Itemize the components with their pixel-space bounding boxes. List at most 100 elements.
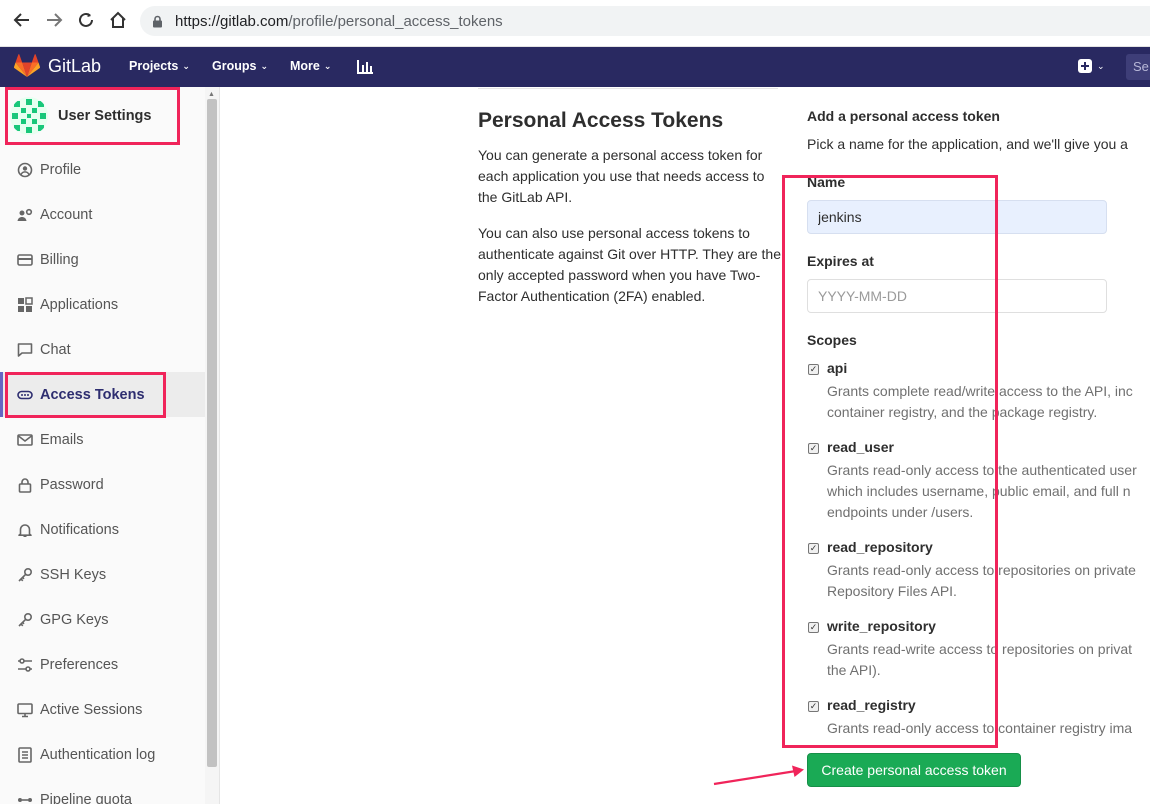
scope-description-line: Grants read-write access to repositories… (827, 641, 1133, 657)
scope-checkbox[interactable]: ✓ (808, 543, 819, 554)
sidebar-item-authentication-log[interactable]: Authentication log (0, 732, 205, 777)
sidebar-item-label: Applications (40, 296, 119, 313)
annotation-arrow-icon (713, 765, 804, 786)
sidebar-item-pipeline-quota[interactable]: Pipeline quota (0, 777, 205, 804)
name-field[interactable] (807, 200, 1107, 234)
scopes-label: Scopes (807, 332, 857, 348)
scope-description-line: Grants complete read/write access to the… (827, 383, 1133, 399)
sidebar-item-label: Emails (40, 431, 84, 448)
sidebar-item-label: SSH Keys (40, 566, 107, 583)
pipeline-icon (16, 791, 34, 804)
scope-checkbox[interactable]: ✓ (808, 443, 819, 454)
sidebar-item-gpg-keys[interactable]: GPG Keys (0, 597, 205, 642)
chevron-down-icon: ⌄ (260, 60, 268, 71)
sidebar-item-emails[interactable]: Emails (0, 417, 205, 462)
create-token-button[interactable]: Create personal access token (807, 753, 1021, 787)
search-input[interactable]: Se (1126, 54, 1150, 80)
scope-description-line: which includes username, public email, a… (827, 483, 1131, 499)
token-icon (16, 386, 34, 404)
sidebar-item-active-sessions[interactable]: Active Sessions (0, 687, 205, 732)
url-path: /profile/personal_access_tokens (288, 12, 503, 30)
scope-name: write_repository (827, 618, 936, 634)
gitlab-home-link[interactable]: GitLab (14, 54, 101, 78)
sidebar-title: User Settings (58, 108, 152, 124)
sidebar-item-label: Billing (40, 251, 79, 268)
more-menu[interactable]: More ⌄ (290, 59, 331, 73)
scope-description-line: endpoints under /users. (827, 504, 974, 520)
scope-checkbox[interactable]: ✓ (808, 364, 819, 375)
scope-description-line: the API). (827, 662, 881, 678)
scope-description: Grants complete read/write access to the… (827, 381, 1133, 423)
key-icon (16, 566, 34, 584)
sidebar-item-applications[interactable]: Applications (0, 282, 205, 327)
sidebar-item-billing[interactable]: Billing (0, 237, 205, 282)
scope-description-line: container registry, and the package regi… (827, 404, 1098, 420)
scope-description-line: Grants read-only access to container reg… (827, 720, 1133, 736)
sidebar-item-label: Notifications (40, 521, 119, 538)
description-paragraph: You can also use personal access tokens … (478, 225, 781, 304)
scope-description-line: Grants read-only access to the authentic… (827, 462, 1137, 478)
chevron-down-icon: ⌄ (323, 60, 332, 71)
scope-description: Grants read-only access to container reg… (827, 718, 1132, 739)
sidebar-item-label: Password (40, 476, 104, 493)
back-button[interactable] (10, 8, 34, 32)
chevron-down-icon: ⌄ (182, 60, 190, 71)
scope-name: read_repository (827, 539, 933, 555)
address-bar[interactable]: https://gitlab.com/profile/personal_acce… (140, 6, 1150, 36)
sidebar-item-chat[interactable]: Chat (0, 327, 205, 372)
projects-menu-label: Projects (129, 59, 179, 73)
sidebar-item-preferences[interactable]: Preferences (0, 642, 205, 687)
sidebar-item-notifications[interactable]: Notifications (0, 507, 205, 552)
mail-icon (16, 431, 34, 449)
sidebar-item-label: Profile (40, 161, 82, 178)
form-subtitle: Pick a name for the application, and we'… (807, 136, 1128, 152)
sidebar-item-account[interactable]: Account (0, 192, 205, 237)
sidebar-item-label: Authentication log (40, 746, 156, 763)
sidebar-scrollbar[interactable]: ▲ (205, 87, 219, 804)
sidebar-header[interactable]: User Settings (10, 97, 151, 135)
scope-description-line: Repository Files API. (827, 583, 957, 599)
key-icon (16, 611, 34, 629)
preferences-icon (16, 656, 34, 674)
sidebar-item-label: Access Tokens (40, 386, 145, 403)
home-icon (110, 11, 126, 28)
plus-square-icon (1078, 59, 1092, 73)
back-arrow-icon (13, 13, 29, 27)
sidebar-item-access-tokens[interactable]: Access Tokens (0, 372, 205, 417)
scope-description: Grants read-only access to the authentic… (827, 460, 1137, 523)
reload-icon (79, 12, 93, 27)
scrollbar-thumb[interactable] (207, 99, 217, 767)
bell-icon (16, 521, 34, 539)
settings-sidebar: User Settings Profile Account Billing Ap… (0, 87, 220, 804)
new-item-dropdown[interactable]: ⌄ (1078, 59, 1105, 73)
expires-date-field[interactable] (807, 279, 1107, 313)
scope-name: read_user (827, 439, 894, 455)
avatar (10, 97, 48, 135)
scope-description: Grants read-only access to repositories … (827, 560, 1136, 602)
account-icon (16, 206, 34, 224)
form-title: Add a personal access token (807, 108, 1000, 124)
reload-button[interactable] (74, 8, 98, 32)
sidebar-item-profile[interactable]: Profile (0, 147, 205, 192)
sidebar-item-ssh-keys[interactable]: SSH Keys (0, 552, 205, 597)
activity-chart-link[interactable] (356, 58, 374, 81)
sidebar-item-label: Preferences (40, 656, 119, 673)
scope-description: Grants read-write access to repositories… (827, 639, 1132, 681)
forward-button[interactable] (42, 8, 66, 32)
home-button[interactable] (106, 8, 130, 32)
scope-checkbox[interactable]: ✓ (808, 701, 819, 712)
chat-icon (16, 341, 34, 359)
groups-menu[interactable]: Groups ⌄ (212, 59, 268, 73)
scope-description-line: Grants read-only access to repositories … (827, 562, 1136, 578)
sidebar-item-password[interactable]: Password (0, 462, 205, 507)
name-label: Name (807, 174, 846, 190)
scroll-up-icon[interactable]: ▲ (208, 91, 215, 98)
scope-checkbox[interactable]: ✓ (808, 622, 819, 633)
monitor-icon (16, 701, 34, 719)
profile-icon (16, 161, 34, 179)
expires-label: Expires at (807, 253, 874, 269)
projects-menu[interactable]: Projects ⌄ (129, 59, 190, 73)
top-navbar: GitLab Projects ⌄ Groups ⌄ More ⌄ ⌄ Se (0, 47, 1150, 87)
chevron-down-icon: ⌄ (1097, 60, 1105, 71)
sidebar-item-label: Pipeline quota (40, 791, 132, 804)
